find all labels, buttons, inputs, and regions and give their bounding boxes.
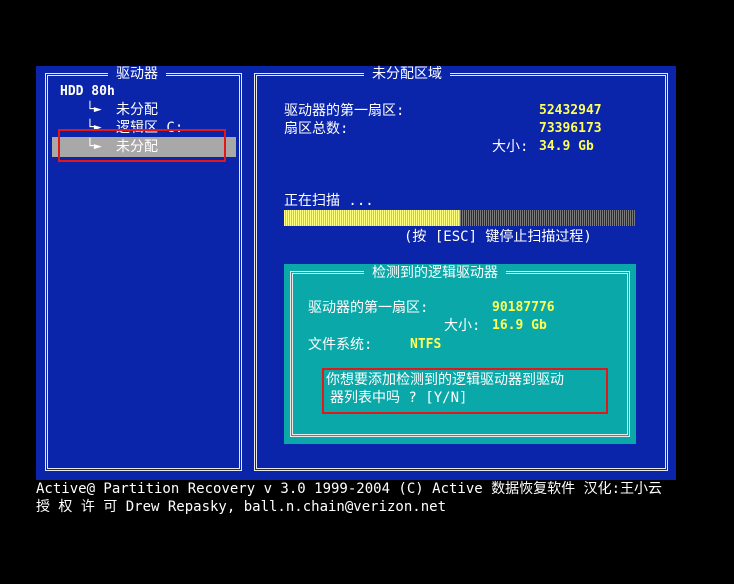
region-panel-title: 未分配区域	[364, 66, 450, 82]
size-value: 34.9 Gb	[539, 139, 594, 154]
detect-first-sector-value: 90187776	[492, 300, 555, 315]
hdd-root[interactable]: HDD 80h	[60, 84, 115, 100]
tree-branch-icon: └►	[86, 102, 102, 117]
detect-fs-value: NTFS	[410, 337, 442, 352]
detect-size-label: 大小:	[444, 318, 481, 334]
annotation-box-selected	[58, 129, 226, 162]
esc-hint: (按 [ESC] 键停止扫描过程)	[404, 229, 592, 245]
scan-status: 正在扫描 ...	[284, 193, 374, 209]
size-label: 大小:	[492, 139, 529, 155]
first-sector-label: 驱动器的第一扇区:	[284, 103, 405, 119]
detect-fs-label: 文件系统:	[308, 337, 373, 353]
total-sectors-value: 73396173	[539, 121, 602, 136]
detect-first-sector-label: 驱动器的第一扇区:	[308, 300, 429, 316]
scan-progress-bar	[284, 210, 636, 226]
first-sector-value: 52432947	[539, 103, 602, 118]
annotation-box-question	[322, 368, 608, 414]
detect-size-value: 16.9 Gb	[492, 318, 547, 333]
footer-license: 授 权 许 可 Drew Repasky, ball.n.chain@veriz…	[36, 499, 447, 515]
footer-copyright: Active@ Partition Recovery v 3.0 1999-20…	[36, 481, 663, 497]
tree-item-unallocated-1[interactable]: 未分配	[116, 102, 158, 118]
total-sectors-label: 扇区总数:	[284, 121, 349, 137]
detect-dialog-title: 检测到的逻辑驱动器	[364, 265, 506, 281]
scan-progress-fill	[284, 210, 460, 226]
drives-panel-title: 驱动器	[108, 66, 166, 82]
